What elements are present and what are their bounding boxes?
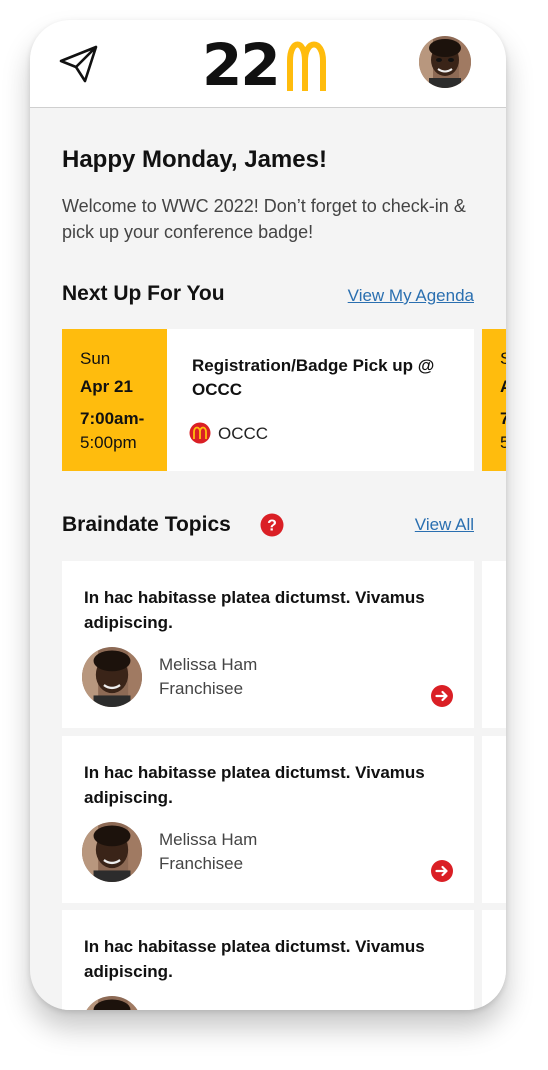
topic-card-peek[interactable] <box>482 910 506 1010</box>
send-icon[interactable] <box>58 44 100 84</box>
topic-author-avatar <box>82 647 142 707</box>
arrow-right-icon[interactable] <box>430 859 454 883</box>
help-icon[interactable]: ? <box>260 513 284 537</box>
event-time-end: 5:00pm <box>80 433 137 452</box>
topic-title: In hac habitasse platea dictumst. Vivamu… <box>84 763 425 807</box>
topic-author-avatar <box>82 822 142 882</box>
braindate-heading: Braindate Topics <box>62 513 231 536</box>
phone-frame: 22 Happy Monday, James! Welcome to WWC 2… <box>30 20 506 1010</box>
author-photo <box>82 647 142 707</box>
peek-date: A <box>500 377 506 397</box>
logo-number: 22 <box>202 31 281 99</box>
event-time-start: 7:00am- <box>80 409 145 428</box>
greeting-heading: Happy Monday, James! <box>62 146 327 173</box>
topic-author-avatar <box>82 996 142 1010</box>
event-title: Registration/Badge Pick up @ OCCC <box>192 356 435 399</box>
app-header: 22 <box>30 20 506 108</box>
topic-card-peek[interactable] <box>482 561 506 728</box>
topic-title: In hac habitasse platea dictumst. Vivamu… <box>84 588 425 632</box>
event-location: OCCC <box>218 424 269 443</box>
event-day: Sun <box>80 349 111 368</box>
view-all-link[interactable]: View All <box>415 515 474 535</box>
arrow-right-icon[interactable] <box>430 684 454 708</box>
mcdonalds-arch-badge-icon <box>189 422 211 444</box>
topic-card[interactable]: In hac habitasse platea dictumst. Vivamu… <box>62 910 474 1010</box>
user-avatar[interactable] <box>419 36 471 88</box>
author-photo <box>82 996 142 1010</box>
view-agenda-link[interactable]: View My Agenda <box>348 286 474 306</box>
next-up-heading: Next Up For You <box>62 282 225 305</box>
topic-card[interactable]: In hac habitasse platea dictumst. Vivamu… <box>62 561 474 728</box>
next-event-card-peek[interactable]: S A 7 5 <box>482 329 506 471</box>
event-card[interactable]: Sun Apr 21 7:00am- 5:00pm Registration/B… <box>62 329 474 471</box>
welcome-message: Welcome to WWC 2022! Don’t forget to che… <box>62 196 466 242</box>
topic-author-role: Franchisee <box>159 679 244 698</box>
topic-author-name: Melissa Ham <box>159 830 258 849</box>
topic-card-peek[interactable] <box>482 736 506 903</box>
avatar-photo <box>419 36 471 88</box>
event-date: Apr 21 <box>80 377 133 396</box>
topic-author-role: Franchisee <box>159 854 244 873</box>
topic-author-name: Melissa Ham <box>159 655 258 674</box>
peek-day: S <box>500 349 506 368</box>
peek-time-end: 5 <box>500 433 506 452</box>
peek-time-start: 7 <box>500 409 506 428</box>
conference-logo: 22 <box>202 35 332 95</box>
topic-card[interactable]: In hac habitasse platea dictumst. Vivamu… <box>62 736 474 903</box>
topic-title: In hac habitasse platea dictumst. Vivamu… <box>84 937 425 981</box>
event-date-block: Sun Apr 21 7:00am- 5:00pm <box>62 329 167 471</box>
author-photo <box>82 822 142 882</box>
golden-arches-icon <box>287 41 326 91</box>
svg-text:?: ? <box>267 518 277 535</box>
